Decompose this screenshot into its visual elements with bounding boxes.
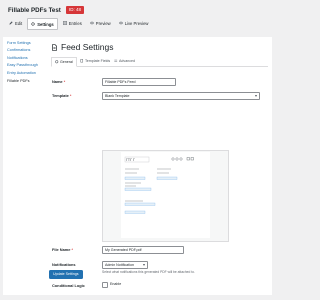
sidebar-item-easy-passthrough[interactable]: Easy Passthrough (7, 63, 38, 67)
eye-icon (89, 21, 94, 25)
svg-text:ΓΤΓ Γ: ΓΤΓ Γ (126, 158, 135, 162)
template-preview: ΓΤΓ Γ (102, 150, 229, 242)
form-title: Fillable PDFs Test (8, 7, 61, 14)
template-select-value: Blank Template (105, 94, 130, 98)
tab-advanced[interactable]: Advanced (111, 57, 138, 65)
chevron-down-icon (255, 95, 257, 97)
toolbar-entries[interactable]: Entries (60, 18, 85, 28)
notifications-label: Notifications (52, 262, 76, 267)
document-icon (52, 44, 57, 51)
entries-icon (62, 21, 67, 25)
form-id-badge: ID: 48 (66, 6, 85, 14)
name-label: Name * (52, 79, 66, 84)
form-toolbar: Edit Settings Entries Preview Live Previ… (6, 18, 151, 30)
settings-sidebar: Form Settings Confirmations Notification… (3, 37, 45, 295)
tab-advanced-label: Advanced (119, 59, 135, 63)
template-select[interactable]: Blank Template (102, 92, 260, 100)
feed-name-input[interactable]: Fillable PDFs Feed (102, 78, 176, 86)
conditional-logic-checkbox[interactable] (102, 282, 108, 288)
gear-icon (31, 22, 35, 26)
sidebar-item-confirmations[interactable]: Confirmations (7, 48, 30, 52)
sidebar-item-form-settings[interactable]: Form Settings (7, 41, 31, 45)
sidebar-item-entry-automation[interactable]: Entry Automation (7, 71, 36, 75)
feed-tabs: General Template Fields Advanced (51, 57, 268, 67)
gear-icon (55, 60, 59, 64)
file-icon (80, 59, 84, 63)
conditional-logic-enable-label: Enable (110, 282, 122, 286)
template-preview-image: ΓΤΓ Γ (121, 152, 210, 238)
toolbar-preview[interactable]: Preview (87, 18, 114, 28)
notifications-select[interactable]: Admin Notification (102, 261, 148, 269)
sliders-icon (114, 60, 118, 62)
eye-icon (118, 21, 123, 25)
feed-settings-panel: Feed Settings General Template Fields Ad… (44, 37, 272, 295)
conditional-logic-label: Conditional Logic (52, 283, 85, 288)
notifications-help: Select what notifications this generated… (102, 270, 195, 274)
toolbar-live-preview[interactable]: Live Preview (116, 18, 152, 28)
tab-general-label: General (60, 60, 73, 64)
toolbar-edit[interactable]: Edit (6, 18, 25, 28)
sidebar-item-notifications[interactable]: Notifications (7, 56, 28, 60)
update-settings-button[interactable]: Update Settings (49, 270, 83, 279)
template-label: Template * (52, 93, 72, 98)
toolbar-edit-label: Edit (15, 20, 23, 26)
chevron-down-icon (143, 264, 145, 266)
file-name-label: File Name * (52, 247, 73, 252)
tab-general[interactable]: General (51, 57, 77, 67)
toolbar-settings-label: Settings (37, 21, 54, 27)
tab-template-fields[interactable]: Template Fields (77, 57, 113, 65)
toolbar-settings[interactable]: Settings (27, 18, 58, 30)
notifications-selected: Admin Notification (105, 263, 134, 267)
edit-icon (9, 21, 13, 25)
tab-template-fields-label: Template Fields (85, 59, 111, 63)
toolbar-entries-label: Entries (68, 20, 82, 26)
toolbar-preview-label: Preview (95, 20, 111, 26)
sidebar-item-fillable-pdfs[interactable]: Fillable PDFs (7, 79, 30, 83)
toolbar-live-preview-label: Live Preview (124, 20, 149, 26)
file-name-input[interactable]: My Generated PDF.pdf (102, 246, 184, 254)
page-title: Feed Settings (61, 42, 114, 52)
